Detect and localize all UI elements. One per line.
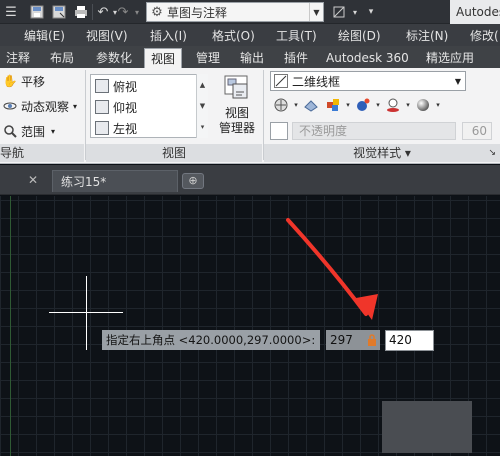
xray-icon[interactable] <box>270 122 288 140</box>
workspace-label: 草图与注释 <box>167 5 228 20</box>
menu-tools[interactable]: 工具(T) <box>276 27 317 44</box>
extents-label: 范围 <box>21 124 46 139</box>
chevron-down-icon[interactable]: ▾ <box>374 101 382 109</box>
app-title: Autodesk <box>450 0 500 24</box>
orbit-button[interactable]: 动态观察 ▾ <box>2 95 77 117</box>
view-bottom-label: 仰视 <box>113 100 138 115</box>
workspace-dropdown[interactable]: ⚙ 草图与注释 ▼ <box>146 2 324 22</box>
panel-title-navigation: 导航 <box>0 144 84 162</box>
shadow-icon[interactable] <box>382 95 404 115</box>
tab-manage[interactable]: 管理 <box>196 48 220 68</box>
cube-icon <box>95 100 109 114</box>
chevron-down-icon[interactable]: ▾ <box>292 101 300 109</box>
visual-style-dropdown[interactable]: 二维线框 ▼ <box>270 71 466 91</box>
cube-icon <box>95 79 109 93</box>
customize-qat-icon[interactable]: ▾ <box>362 3 380 21</box>
chevron-down-icon: ▾ <box>73 101 78 111</box>
tab-parametric[interactable]: 参数化 <box>96 48 132 68</box>
menu-insert[interactable]: 插入(I) <box>150 27 187 44</box>
panel-title-views: 视图 <box>86 144 262 162</box>
wireframe-icon <box>274 74 288 88</box>
scroll-down-icon[interactable]: ▼ <box>197 95 208 116</box>
save-as-icon[interactable] <box>50 3 68 21</box>
pan-label: 平移 <box>21 74 46 89</box>
visual-style-label: 二维线框 <box>292 74 341 89</box>
tab-output[interactable]: 输出 <box>240 48 264 68</box>
print-icon[interactable] <box>72 3 90 21</box>
quick-access-toolbar: ☰ ↶ ▾ ↷ ▾ ⚙ 草图与注释 ▼ ▾ ▾ Autodesk <box>0 0 500 24</box>
gear-icon: ⚙ <box>151 4 163 20</box>
menu-bar: 编辑(E) 视图(V) 插入(I) 格式(O) 工具(T) 绘图(D) 标注(N… <box>0 24 500 46</box>
new-tab-button[interactable]: ⊕ <box>182 173 204 189</box>
view-manager-label-2: 管理器 <box>218 121 255 135</box>
extents-button[interactable]: 范围 ▾ <box>2 120 55 142</box>
panel-launcher-icon[interactable]: ↘ <box>488 144 496 162</box>
pan-button[interactable]: ✋ 平移 <box>2 70 46 92</box>
visual-styles-title[interactable]: 视觉样式 ▾ <box>353 146 411 160</box>
tab-layout[interactable]: 布局 <box>50 48 74 68</box>
opacity-slider[interactable]: 不透明度 <box>292 122 456 140</box>
view-manager-label-1: 视图 <box>224 106 249 120</box>
app-menu-icon[interactable]: ☰ <box>2 3 20 21</box>
dynamic-input-field-2[interactable]: 420 <box>385 330 434 351</box>
tab-annotate[interactable]: 注释 <box>6 48 30 68</box>
dynamic-input-prompt: 指定右上角点 <420.0000,297.0000>: <box>102 330 320 350</box>
chevron-down-icon[interactable]: ▾ <box>404 101 412 109</box>
zoom-extents-icon <box>2 123 18 139</box>
document-tabs: ✕ 练习15* ⊕ <box>0 165 500 195</box>
menu-view[interactable]: 视图(V) <box>86 27 128 44</box>
visual-style-tools: ▾ ▾ ▾ ▾ ▾ <box>270 94 442 116</box>
menu-draw[interactable]: 绘图(D) <box>338 27 381 44</box>
lighting-icon[interactable] <box>352 95 374 115</box>
opacity-row: 不透明度 60 <box>270 120 494 142</box>
doc-tab-label: 练习15* <box>61 175 107 189</box>
view-manager-button[interactable]: 视图 管理器 <box>214 74 260 142</box>
views-list[interactable]: 俯视 仰视 左视 <box>90 74 208 138</box>
edge-effects-icon[interactable] <box>270 95 292 115</box>
view-bottom[interactable]: 仰视 <box>95 97 137 117</box>
watermark-blur <box>382 401 472 453</box>
view-left-label: 左视 <box>113 121 138 136</box>
tab-plugins[interactable]: 插件 <box>284 48 308 68</box>
chevron-down-icon: ▼ <box>309 3 323 21</box>
view-left[interactable]: 左视 <box>95 118 137 138</box>
crosshair-vertical <box>86 276 87 350</box>
menu-edit[interactable]: 编辑(E) <box>24 27 65 44</box>
doc-tab-active[interactable]: 练习15* <box>52 170 178 192</box>
view-manager-icon <box>224 75 248 99</box>
orbit-label: 动态观察 <box>21 99 70 114</box>
face-style-icon[interactable] <box>300 95 322 115</box>
chevron-down-icon[interactable]: ▾ <box>434 101 442 109</box>
save-icon[interactable] <box>28 3 46 21</box>
sphere-icon[interactable] <box>412 95 434 115</box>
redo-dropdown-icon[interactable]: ▾ <box>128 3 146 21</box>
menu-modify[interactable]: 修改( <box>470 27 499 44</box>
views-scrollbar[interactable]: ▲ ▼ ▾ <box>196 74 208 138</box>
opacity-value[interactable]: 60 <box>462 122 492 140</box>
scroll-up-icon[interactable]: ▲ <box>197 74 208 95</box>
chevron-down-icon: ▼ <box>454 76 462 86</box>
close-icon[interactable]: ✕ <box>28 173 38 187</box>
panel-title-visual-styles: 视觉样式 ▾ ↘ <box>264 144 500 162</box>
menu-dimension[interactable]: 标注(N) <box>406 27 448 44</box>
ribbon-tabs: 注释 布局 参数化 视图 管理 输出 插件 Autodesk 360 精选应用 <box>0 46 500 68</box>
cube-icon <box>95 121 109 135</box>
plus-icon: ⊕ <box>188 174 198 187</box>
view-top-label: 俯视 <box>113 79 138 94</box>
tab-autodesk360[interactable]: Autodesk 360 <box>326 48 409 68</box>
chevron-down-icon[interactable]: ▾ <box>344 101 352 109</box>
tab-featured-apps[interactable]: 精选应用 <box>426 48 474 68</box>
tab-view[interactable]: 视图 <box>144 48 183 68</box>
drawing-canvas[interactable]: 指定右上角点 <420.0000,297.0000>: 297 420 <box>0 196 500 456</box>
ribbon-panel-area: ✋ 平移 动态观察 ▾ 范围 ▾ 导航 俯视 仰视 左视 ▲ ▼ ▾ 视图 管理… <box>0 68 500 164</box>
material-icon[interactable] <box>322 95 344 115</box>
lock-icon[interactable] <box>367 334 377 346</box>
orbit-icon <box>2 98 18 114</box>
hand-icon: ✋ <box>2 74 18 88</box>
view-top[interactable]: 俯视 <box>95 76 137 96</box>
chevron-down-icon: ▾ <box>51 126 56 136</box>
menu-format[interactable]: 格式(O) <box>212 27 255 44</box>
expand-icon[interactable]: ▾ <box>197 116 208 137</box>
